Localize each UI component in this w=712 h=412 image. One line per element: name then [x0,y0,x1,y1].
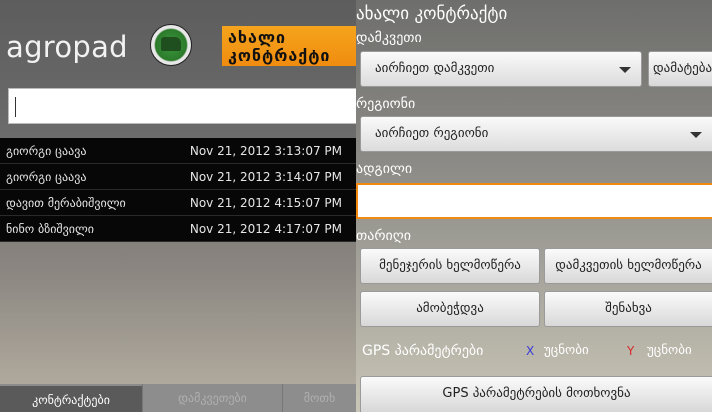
bottom-tabs: კონტრაქტები დამკვეთები მოთხ [0,384,356,412]
region-select-value: აირჩიეთ რეგიონი [375,126,489,141]
contract-date: Nov 21, 2012 3:14:07 PM [189,170,342,184]
contract-date: Nov 21, 2012 3:13:07 PM [189,144,342,158]
customer-signature-button[interactable]: დამკვეთის ხელმოწერა [544,248,712,284]
form-title: ახალი კონტრაქტი [356,4,508,24]
tab-customers[interactable]: დამკვეთები [142,384,282,412]
contract-customer-name: გიორგი ცაავა [6,170,87,184]
contract-row[interactable]: დავით მერაბიშვილი Nov 21, 2012 4:15:07 P… [0,190,356,216]
tractor-logo-icon [150,24,192,66]
manager-signature-button[interactable]: მენეჯერის ხელმოწერა [360,248,540,284]
date-label: თარიღი [356,228,411,244]
y-coordinate-label: Y [627,344,635,358]
dropdown-arrow-icon [619,67,631,73]
contract-row[interactable]: გიორგი ცაავა Nov 21, 2012 3:14:07 PM [0,164,356,190]
region-select[interactable]: აირჩიეთ რეგიონი [360,116,712,152]
dropdown-arrow-icon [690,132,702,138]
contract-date: Nov 21, 2012 4:17:07 PM [189,222,342,236]
contract-row[interactable]: გიორგი ცაავა Nov 21, 2012 3:13:07 PM [0,138,356,164]
x-coordinate-value: უცნობი [544,343,589,358]
save-button[interactable]: შენახვა [544,291,712,327]
new-contract-form: ახალი კონტრაქტი დამკვეთი აირჩიეთ დამკვეთ… [356,0,712,412]
text-cursor [15,97,16,117]
gps-request-button[interactable]: GPS პარამეტრების მოთხოვნა [360,376,712,412]
print-button[interactable]: ამობეჭდვა [360,291,540,327]
contract-customer-name: ნინო ბზიშვილი [6,222,94,236]
add-customer-button[interactable]: დამატება [648,51,712,87]
contract-date: Nov 21, 2012 4:15:07 PM [189,196,342,210]
tab-contracts[interactable]: კონტრაქტები [0,384,142,412]
customer-select-value: აირჩიეთ დამკვეთი [375,61,495,76]
region-label: რეგიონი [356,96,416,112]
customer-label: დამკვეთი [356,30,422,46]
customer-select[interactable]: აირჩიეთ დამკვეთი [360,51,642,87]
place-input[interactable] [356,183,712,219]
gps-parameters-label: GPS პარამეტრები [362,343,484,359]
contract-row[interactable]: ნინო ბზიშვილი Nov 21, 2012 4:17:07 PM [0,216,356,242]
contract-customer-name: დავით მერაბიშვილი [6,196,126,210]
tab-requests[interactable]: მოთხ [282,384,356,412]
y-coordinate-value: უცნობი [647,343,692,358]
search-input[interactable] [8,88,356,124]
app-logo: agropad [6,30,128,64]
place-label: ადგილი [356,161,413,177]
x-coordinate-label: X [526,344,535,358]
contract-customer-name: გიორგი ცაავა [6,144,87,158]
new-contract-button[interactable]: ახალი კონტრაქტი [222,26,356,66]
contracts-pane: agropad ახალი კონტრაქტი გიორგი ცაავა Nov… [0,0,356,412]
